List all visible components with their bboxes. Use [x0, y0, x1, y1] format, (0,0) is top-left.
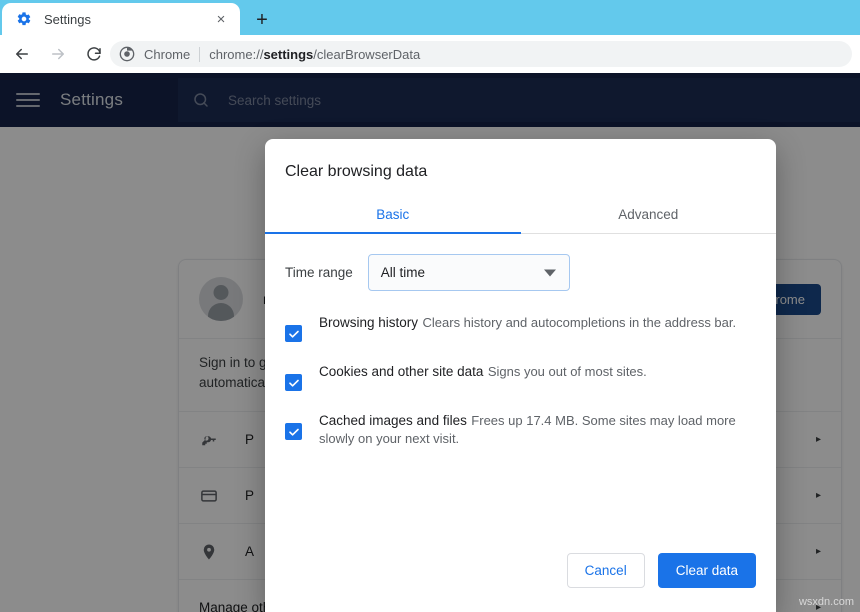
list-item[interactable]: Cookies and other site data Signs you ou…	[285, 363, 756, 391]
list-item-title: Browsing history	[319, 315, 418, 330]
cancel-button[interactable]: Cancel	[567, 553, 645, 588]
omnibox-url: chrome://settings/clearBrowserData	[209, 47, 420, 62]
time-range-label: Time range	[285, 265, 353, 280]
list-item-text: Cached images and files Frees up 17.4 MB…	[319, 412, 756, 448]
tab-basic[interactable]: Basic	[265, 199, 521, 233]
list-item[interactable]: Browsing history Clears history and auto…	[285, 314, 756, 342]
tab-title: Settings	[44, 12, 210, 27]
watermark: wsxdn.com	[799, 596, 854, 608]
url-emphasis: settings	[263, 47, 313, 62]
address-bar[interactable]: Chrome chrome://settings/clearBrowserDat…	[110, 41, 852, 67]
list-item-description: Clears history and autocompletions in th…	[423, 315, 737, 330]
active-tab-indicator	[265, 232, 521, 234]
time-range-select[interactable]: All time	[368, 254, 570, 291]
dialog-tabs: Basic Advanced	[265, 199, 776, 234]
browser-window: Settings × + Chrome chrome://settings/cl…	[0, 0, 860, 612]
list-item-description: Signs you out of most sites.	[488, 364, 647, 379]
data-type-list: Browsing history Clears history and auto…	[285, 314, 756, 448]
checkbox-cookies[interactable]	[285, 374, 302, 391]
url-prefix: chrome://	[209, 47, 263, 62]
omnibox-scheme-label: Chrome	[144, 47, 190, 62]
list-item-text: Cookies and other site data Signs you ou…	[319, 363, 756, 391]
list-item-title: Cookies and other site data	[319, 364, 483, 379]
dialog-footer: Cancel Clear data	[265, 553, 776, 612]
clear-browsing-data-dialog: Clear browsing data Basic Advanced Time …	[265, 139, 776, 612]
browser-tab-settings[interactable]: Settings ×	[2, 3, 240, 35]
time-range-row: Time range All time	[285, 254, 756, 291]
forward-icon[interactable]	[44, 40, 72, 68]
dialog-title: Clear browsing data	[265, 139, 776, 181]
tab-advanced[interactable]: Advanced	[521, 199, 777, 233]
checkbox-cached-images[interactable]	[285, 423, 302, 440]
list-item-title: Cached images and files	[319, 413, 467, 428]
list-item-text: Browsing history Clears history and auto…	[319, 314, 756, 342]
gear-icon	[16, 11, 32, 27]
reload-icon[interactable]	[80, 40, 108, 68]
tab-strip: Settings × +	[0, 0, 860, 35]
list-item[interactable]: Cached images and files Frees up 17.4 MB…	[285, 412, 756, 448]
checkbox-browsing-history[interactable]	[285, 325, 302, 342]
time-range-value: All time	[381, 265, 425, 280]
chevron-down-icon	[544, 269, 556, 276]
close-icon[interactable]: ×	[210, 8, 232, 30]
clear-data-button[interactable]: Clear data	[658, 553, 756, 588]
back-icon[interactable]	[8, 40, 36, 68]
dialog-body: Time range All time Browsing history Cle…	[265, 234, 776, 553]
url-suffix: /clearBrowserData	[313, 47, 420, 62]
chrome-logo-icon	[119, 46, 135, 62]
new-tab-button[interactable]: +	[248, 6, 276, 34]
omnibox-divider	[199, 47, 200, 62]
